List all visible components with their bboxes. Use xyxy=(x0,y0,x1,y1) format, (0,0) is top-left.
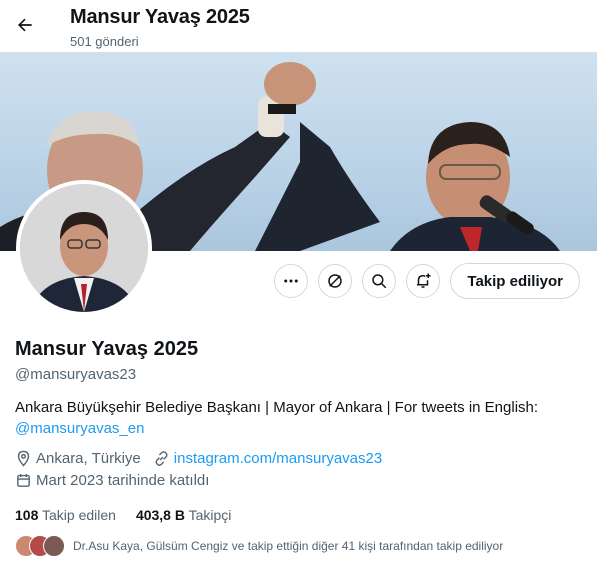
bell-plus-icon xyxy=(417,273,431,288)
followers-label: Takipçi xyxy=(188,507,232,523)
joined-text: Mart 2023 tarihinde katıldı xyxy=(36,472,210,489)
joined-row: Mart 2023 tarihinde katıldı xyxy=(15,472,221,489)
profile-header-bar: Mansur Yavaş 2025 501 gönderi xyxy=(0,0,597,52)
grok-button[interactable] xyxy=(318,264,353,298)
joined-item: Mart 2023 tarihinde katıldı xyxy=(15,472,209,489)
profile-avatar[interactable] xyxy=(16,180,152,316)
known-follower-avatars xyxy=(15,535,65,557)
avatar xyxy=(43,535,65,557)
known-followers[interactable]: Dr.Asu Kaya, Gülsüm Cengiz ve takip etti… xyxy=(15,535,503,557)
location-item: Ankara, Türkiye xyxy=(15,450,141,467)
back-button[interactable] xyxy=(8,8,42,42)
follow-stats: 108 Takip edilen 403,8 B Takipçi xyxy=(15,507,251,523)
bio-mention-link[interactable]: @mansuryavas_en xyxy=(15,420,144,437)
following-stat[interactable]: 108 Takip edilen xyxy=(15,507,116,523)
link-icon xyxy=(155,451,168,466)
following-count: 108 xyxy=(15,507,39,523)
post-count: 501 gönderi xyxy=(70,34,139,49)
search-icon xyxy=(372,274,387,289)
location-text: Ankara, Türkiye xyxy=(36,450,141,467)
known-followers-text: Dr.Asu Kaya, Gülsüm Cengiz ve takip etti… xyxy=(73,539,504,553)
bio-text: Ankara Büyükşehir Belediye Başkanı | May… xyxy=(15,399,539,416)
more-icon xyxy=(284,279,299,283)
following-button[interactable]: Takip ediliyor xyxy=(450,263,580,299)
profile-actions: Takip ediliyor xyxy=(274,263,580,299)
arrow-left-icon xyxy=(18,18,32,32)
followers-count: 403,8 B xyxy=(135,507,185,523)
followers-stat[interactable]: 403,8 B Takipçi xyxy=(136,507,231,523)
calendar-icon xyxy=(17,474,30,487)
more-button[interactable] xyxy=(274,264,309,298)
profile-bio: Ankara Büyükşehir Belediye Başkanı | May… xyxy=(15,397,575,439)
header-title: Mansur Yavaş 2025 xyxy=(70,6,250,28)
grok-icon xyxy=(328,274,343,288)
avatar-photo xyxy=(20,184,148,312)
profile-meta-row: Ankara, Türkiye instagram.com/mansuryava… xyxy=(15,450,394,467)
profile-handle: @mansuryavas23 xyxy=(15,366,137,383)
notify-button[interactable] xyxy=(406,264,441,298)
website-link[interactable]: instagram.com/mansuryavas23 xyxy=(174,450,382,467)
following-label: Takip edilen xyxy=(42,507,116,523)
search-profile-button[interactable] xyxy=(362,264,397,298)
location-pin-icon xyxy=(17,450,30,467)
profile-name: Mansur Yavaş 2025 xyxy=(15,338,199,360)
website-item: instagram.com/mansuryavas23 xyxy=(153,450,382,467)
